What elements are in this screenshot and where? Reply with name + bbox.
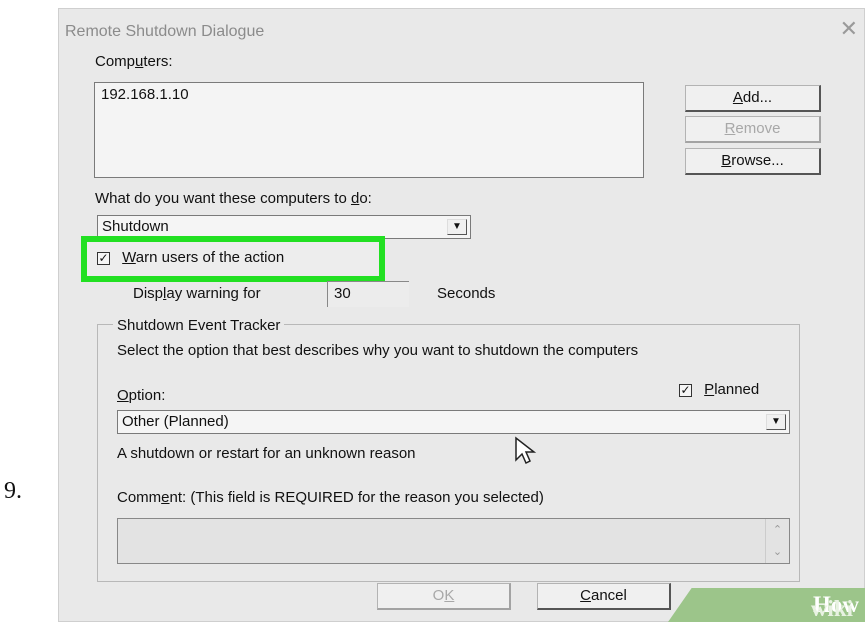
browse-button[interactable]: Browse... [685, 148, 821, 175]
warn-users-checkbox[interactable]: ✓ Warn users of the action [97, 249, 284, 266]
comment-scrollbar[interactable]: ⌃ ⌄ [765, 519, 789, 563]
chevron-down-icon[interactable]: ▼ [766, 414, 786, 430]
option-description: A shutdown or restart for an unknown rea… [117, 445, 416, 462]
remote-shutdown-dialog: Remote Shutdown Dialogue ✕ Computers: 19… [58, 8, 865, 622]
mouse-cursor-icon [514, 436, 540, 470]
wikihow-watermark: wiki How [668, 588, 865, 622]
comment-field[interactable]: ⌃ ⌄ [117, 518, 790, 564]
option-label: Option: [117, 387, 166, 404]
comment-label: Comment: (This field is REQUIRED for the… [117, 489, 544, 506]
computers-label: Computers: [95, 53, 173, 70]
seconds-label: Seconds [437, 285, 496, 302]
warning-seconds-input[interactable]: 30 [327, 281, 409, 307]
cancel-button[interactable]: Cancel [537, 583, 671, 610]
list-item[interactable]: 192.168.1.10 [101, 86, 637, 103]
action-label: What do you want these computers to do: [95, 190, 372, 207]
warn-users-label: Warn users of the action [122, 249, 285, 266]
planned-label: Planned [704, 381, 760, 398]
event-tracker-legend: Shutdown Event Tracker [113, 317, 285, 334]
add-button[interactable]: Add... [685, 85, 821, 112]
computers-list[interactable]: 192.168.1.10 [94, 82, 644, 178]
ok-button[interactable]: OK [377, 583, 511, 610]
close-icon[interactable]: ✕ [840, 18, 858, 40]
checkbox-checked-icon[interactable]: ✓ [97, 251, 110, 265]
planned-checkbox[interactable]: ✓ Planned [679, 381, 759, 398]
tracker-description: Select the option that best describes wh… [117, 342, 639, 359]
action-dropdown-value: Shutdown [102, 218, 169, 235]
checkbox-checked-icon[interactable]: ✓ [679, 383, 692, 397]
scroll-down-icon[interactable]: ⌄ [766, 541, 789, 563]
remove-button[interactable]: Remove [685, 116, 821, 143]
display-warning-label: Display warning for [133, 285, 261, 302]
scroll-up-icon[interactable]: ⌃ [766, 519, 789, 541]
option-dropdown-value: Other (Planned) [122, 413, 229, 430]
chevron-down-icon[interactable]: ▼ [447, 219, 467, 235]
dialog-title: Remote Shutdown Dialogue [65, 23, 265, 40]
option-dropdown[interactable]: Other (Planned) ▼ [117, 410, 790, 434]
step-number: 9. [4, 478, 22, 504]
